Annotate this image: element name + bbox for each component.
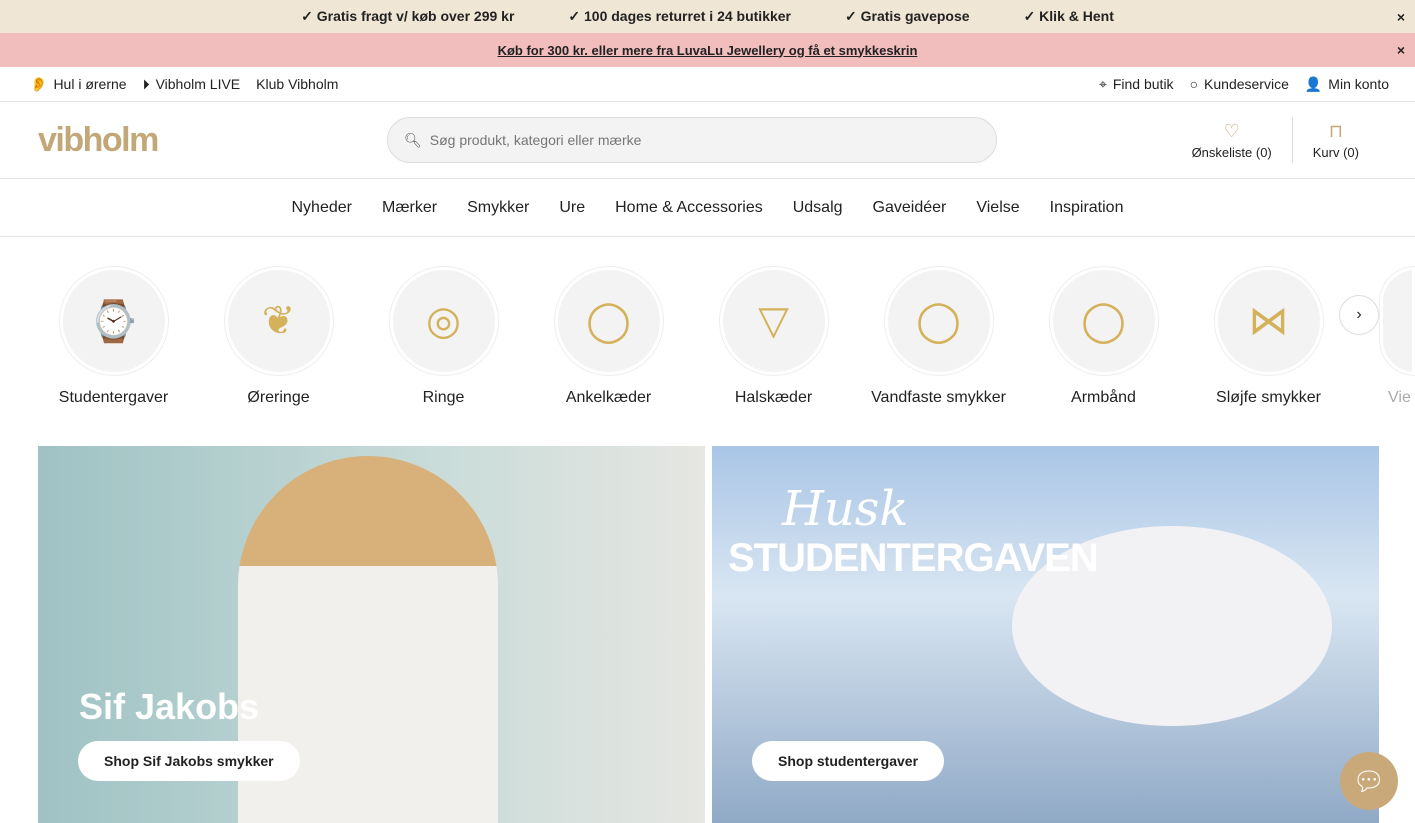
category-label: Vandfaste smykker [871,389,1006,406]
category-item[interactable]: ◯ Ankelkæder [526,267,691,407]
category-label: Studentergaver [58,389,169,406]
close-icon[interactable]: × [1397,42,1405,58]
nav-item[interactable]: Udsalg [793,199,843,217]
category-label: Sløjfe smykker [1216,389,1321,406]
user-icon: 👤 [1304,75,1323,92]
nav-item[interactable]: Nyheder [292,199,352,217]
utility-bar: 👂 Hul i ørerne ⏵ Vibholm LIVE Klub Vibholm… [0,67,1415,102]
bag-icon: ⊓ [1328,120,1343,141]
category-label: Ankelkæder [565,389,652,406]
link-label: Vibholm LIVE [155,76,241,92]
category-label: Armbånd [1071,389,1136,406]
promo-item: ✓ 100 dages returret i 24 butikker [568,8,791,24]
banner-script: Husk [782,481,909,537]
necklace-image: ▽ [719,267,828,375]
search-icon: 🔍︎ [404,131,422,148]
live-link[interactable]: ⏵ Vibholm LIVE [143,76,241,93]
wishlist-label: Ønskeliste (0) [1191,144,1272,160]
banner-sif-jakobs[interactable]: Sif Jakobs Shop Sif Jakobs smykker [38,446,705,823]
category-item[interactable]: ⋈ Sløjfe smykker [1186,267,1351,407]
nav-item[interactable]: Ure [559,199,585,217]
category-item[interactable]: ⌚ Studentergaver [31,267,196,407]
chevron-right-icon: › [1356,306,1362,323]
cart-button[interactable]: ⊓ Kurv (0) [1293,121,1379,160]
wishlist-button[interactable]: ♡ Ønskeliste (0) [1172,121,1292,160]
category-label: Vie [1388,389,1411,406]
account-link[interactable]: 👤 Min konto [1305,76,1389,93]
close-icon[interactable]: × [1397,9,1405,25]
banner-student[interactable]: Husk STUDENTERGAVEN Shop studentergaver [712,446,1379,823]
banner-title: Sif Jakobs [79,686,260,727]
cart-label: Kurv (0) [1312,144,1359,160]
campaign-bar: Køb for 300 kr. eller mere fra LuvaLu Je… [0,33,1415,67]
link-label: Find butik [1112,76,1174,92]
category-label: Halskæder [734,389,813,406]
promo-item: ✓ Gratis gavepose [845,8,970,24]
promo-bar: ✓ Gratis fragt v/ køb over 299 kr ✓ 100 … [0,0,1415,33]
find-store-link[interactable]: ⌖ Find butik [1099,76,1174,93]
link-label: Min konto [1328,76,1389,92]
nav-item[interactable]: Inspiration [1050,199,1124,217]
anklet-image: ◯ [554,267,663,375]
search-input[interactable] [429,132,996,148]
chat-icon: 💬︎ [1352,765,1386,796]
club-link[interactable]: Klub Vibholm [256,76,338,92]
shop-button[interactable]: Shop studentergaver [752,741,945,781]
nav-item[interactable]: Smykker [467,199,529,217]
chat-bubble-icon: ○ [1189,76,1199,92]
promo-item: ✓ Klik & Hent [1023,8,1114,24]
play-icon: ⏵ [142,75,150,92]
bracelet-image: ◯ [884,267,993,375]
carousel-next-button[interactable]: › [1339,295,1379,335]
category-label: Øreringe [247,389,310,406]
customer-service-link[interactable]: ○ Kundeservice [1190,76,1289,92]
banner-headline: STUDENTERGAVEN [728,536,1099,580]
category-item[interactable]: ◎ Ringe [361,267,526,407]
search-bar[interactable]: 🔍︎ [387,117,997,163]
link-label: Kundeservice [1204,76,1289,92]
category-carousel: ⌚ Studentergaver ❦ Øreringe ◎ Ringe ◯ Ankelk… [0,237,1415,447]
category-item[interactable]: ▽ Halskæder [691,267,856,407]
chat-widget-button[interactable]: 💬︎ [1340,752,1398,810]
nav-item[interactable]: Home & Accessories [615,199,763,217]
promo-item: ✓ Gratis fragt v/ køb over 299 kr [301,8,515,24]
logo[interactable]: vibholm [38,121,159,160]
category-item[interactable]: Vie [1380,267,1415,407]
nav-item[interactable]: Vielse [976,199,1019,217]
nav-item[interactable]: Mærker [382,199,437,217]
location-pin-icon: ⌖ [1098,75,1107,92]
ear-icon: 👂 [30,75,48,92]
link-label: Hul i ørerne [53,76,127,92]
category-item[interactable]: ◯ Armbånd [1021,267,1186,407]
category-label: Ringe [422,389,465,406]
campaign-link[interactable]: Køb for 300 kr. eller mere fra LuvaLu Je… [498,43,918,58]
earrings-image: ❦ [224,267,333,375]
ring-image: ◎ [389,267,498,375]
ear-piercing-link[interactable]: 👂 Hul i ørerne [30,76,127,93]
category-item[interactable]: ❦ Øreringe [196,267,361,407]
bracelet-image: ◯ [1049,267,1158,375]
nav-item[interactable]: Gaveidéer [873,199,947,217]
category-item[interactable]: ◯ Vandfaste smykker [856,267,1021,407]
shop-button[interactable]: Shop Sif Jakobs smykker [78,741,300,781]
watch-image: ⌚ [59,267,168,375]
heart-icon: ♡ [1223,120,1240,141]
header: vibholm 🔍︎ ♡ Ønskeliste (0) ⊓ Kurv (0) [0,102,1415,179]
main-nav: Nyheder Mærker Smykker Ure Home & Access… [0,179,1415,237]
bow-earrings-image: ⋈ [1214,267,1323,375]
category-image [1380,267,1415,375]
